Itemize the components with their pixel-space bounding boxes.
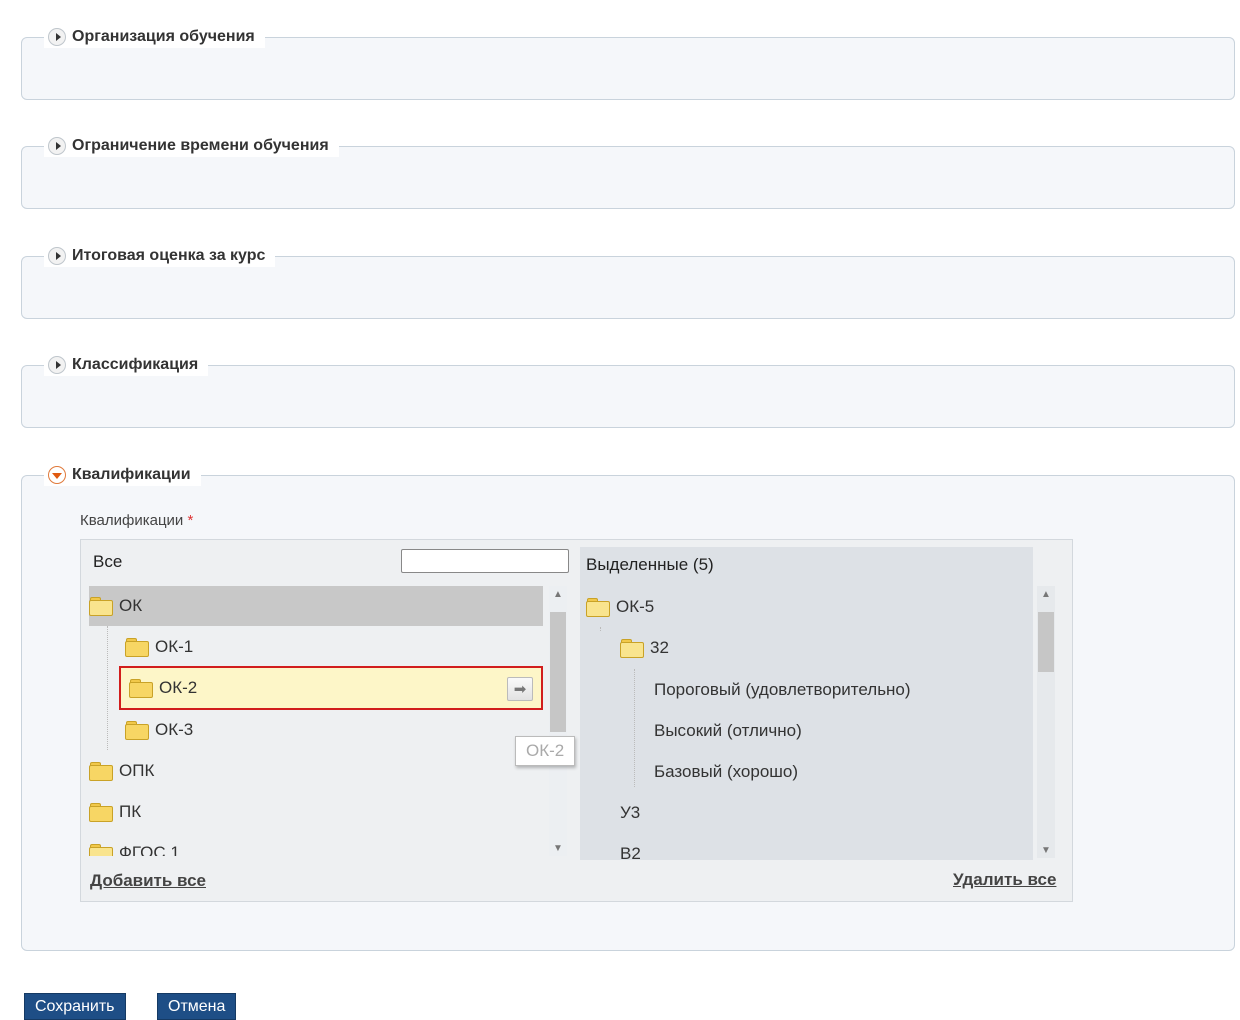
remove-all-link[interactable]: Удалить все bbox=[953, 870, 1056, 890]
section-time-limit-toggle[interactable]: Ограничение времени обучения bbox=[44, 135, 339, 157]
folder-icon bbox=[89, 762, 113, 781]
expand-icon bbox=[48, 247, 66, 265]
tree-guide-line bbox=[107, 626, 108, 750]
folder-open-icon bbox=[586, 598, 610, 617]
selected-item-u3[interactable]: У3 bbox=[620, 793, 640, 833]
section-qualifications: Квалификации Квалификации * Все ОК ОК-1 bbox=[21, 464, 1235, 951]
collapse-icon bbox=[48, 466, 66, 484]
tree-item-label: ФГОС 1 bbox=[119, 843, 180, 856]
section-title: Ограничение времени обучения bbox=[72, 137, 329, 154]
folder-open-icon bbox=[620, 639, 644, 658]
scroll-thumb[interactable] bbox=[1038, 612, 1054, 672]
selected-pane: Выделенные (5) ОК-5 32 Пороговый (удовле… bbox=[580, 547, 1055, 860]
section-classification: Классификация bbox=[21, 354, 1235, 428]
all-pane-title: Все bbox=[93, 552, 123, 571]
all-pane: Все ОК ОК-1 ОК-2 ➡ ОК-3 ОПК ПК ФГОС 1 ▲ … bbox=[81, 540, 579, 901]
qualifications-picker: Все ОК ОК-1 ОК-2 ➡ ОК-3 ОПК ПК ФГОС 1 ▲ … bbox=[80, 539, 1073, 902]
scroll-down-icon[interactable]: ▼ bbox=[549, 840, 567, 856]
tree-item-label: ОК-5 bbox=[616, 597, 655, 616]
scroll-up-icon[interactable]: ▲ bbox=[1037, 586, 1055, 602]
section-title: Классификация bbox=[72, 356, 199, 373]
tree-item-label: ОК-2 bbox=[159, 678, 198, 697]
tree-item-label: Высокий (отлично) bbox=[654, 721, 802, 740]
folder-open-icon bbox=[89, 844, 113, 856]
selected-item-level-base[interactable]: Базовый (хорошо) bbox=[654, 752, 798, 792]
selected-tree-scrollbar[interactable]: ▲ ▼ bbox=[1037, 586, 1055, 858]
tree-item-ok-2[interactable]: ОК-2 ➡ bbox=[119, 666, 543, 710]
selected-item-32[interactable]: 32 bbox=[620, 628, 669, 668]
expand-icon bbox=[48, 356, 66, 374]
folder-icon bbox=[125, 638, 149, 657]
required-mark: * bbox=[187, 512, 194, 529]
tree-item-label: 32 bbox=[650, 638, 669, 657]
tree-item-label: У3 bbox=[620, 803, 641, 822]
tree-item-label: ОК bbox=[119, 596, 143, 615]
tree-item-label: ОК-1 bbox=[155, 637, 194, 656]
tree-item-ok-1[interactable]: ОК-1 bbox=[125, 627, 525, 667]
tree-item-fgos-1[interactable]: ФГОС 1 bbox=[89, 833, 529, 856]
selected-pane-title: Выделенные (5) bbox=[586, 555, 714, 574]
tree-item-ok-3[interactable]: ОК-3 bbox=[125, 710, 525, 750]
scroll-down-icon[interactable]: ▼ bbox=[1037, 842, 1055, 858]
section-qualifications-toggle[interactable]: Квалификации bbox=[44, 464, 201, 486]
selected-item-level-threshold[interactable]: Пороговый (удовлетворительно) bbox=[654, 670, 911, 710]
selected-item-v2[interactable]: В2 bbox=[620, 834, 641, 860]
qualifications-field-label: Квалификации * bbox=[80, 512, 193, 529]
field-label-text: Квалификации bbox=[80, 512, 184, 529]
section-final-grade: Итоговая оценка за курс bbox=[21, 245, 1235, 319]
section-title: Организация обучения bbox=[72, 28, 255, 45]
section-title: Квалификации bbox=[72, 466, 191, 483]
all-tree: ОК ОК-1 ОК-2 ➡ ОК-3 ОПК ПК ФГОС 1 bbox=[81, 586, 547, 856]
selected-item-level-high[interactable]: Высокий (отлично) bbox=[654, 711, 802, 751]
save-button[interactable]: Сохранить bbox=[24, 993, 126, 1020]
cancel-button[interactable]: Отмена bbox=[157, 993, 237, 1020]
item-tooltip: ОК-2 bbox=[515, 736, 576, 766]
scroll-up-icon[interactable]: ▲ bbox=[549, 586, 567, 602]
tree-item-label: ПК bbox=[119, 802, 142, 821]
section-organization-toggle[interactable]: Организация обучения bbox=[44, 26, 265, 48]
folder-icon bbox=[89, 803, 113, 822]
folder-icon bbox=[129, 679, 153, 698]
selected-tree-clip: В2 bbox=[580, 833, 1033, 860]
expand-icon bbox=[48, 137, 66, 155]
tree-item-label: ОПК bbox=[119, 761, 155, 780]
tree-item-opk[interactable]: ОПК bbox=[89, 751, 529, 791]
add-arrow-icon[interactable]: ➡ bbox=[507, 677, 533, 701]
tree-guide-line bbox=[634, 669, 635, 787]
filter-input[interactable] bbox=[401, 549, 569, 573]
section-organization: Организация обучения bbox=[21, 26, 1235, 100]
selected-item-ok-5[interactable]: ОК-5 bbox=[586, 587, 654, 627]
tree-item-label: Базовый (хорошо) bbox=[654, 762, 799, 781]
expand-icon bbox=[48, 28, 66, 46]
tree-item-label: В2 bbox=[620, 844, 641, 860]
section-classification-toggle[interactable]: Классификация bbox=[44, 354, 209, 376]
section-title: Итоговая оценка за курс bbox=[72, 247, 266, 264]
tree-item-label: Пороговый (удовлетворительно) bbox=[654, 680, 911, 699]
section-final-grade-toggle[interactable]: Итоговая оценка за курс bbox=[44, 245, 276, 267]
all-tree-scrollbar[interactable]: ▲ ▼ bbox=[549, 586, 567, 856]
section-time-limit: Ограничение времени обучения bbox=[21, 135, 1235, 209]
tree-item-pk[interactable]: ПК bbox=[89, 792, 529, 832]
add-all-link[interactable]: Добавить все bbox=[90, 871, 206, 891]
folder-open-icon bbox=[89, 597, 113, 616]
tree-item-label: ОК-3 bbox=[155, 720, 194, 739]
tree-guide-line bbox=[600, 627, 601, 631]
folder-icon bbox=[125, 721, 149, 740]
scroll-thumb[interactable] bbox=[550, 612, 566, 732]
tree-item-ok[interactable]: ОК bbox=[89, 586, 543, 626]
